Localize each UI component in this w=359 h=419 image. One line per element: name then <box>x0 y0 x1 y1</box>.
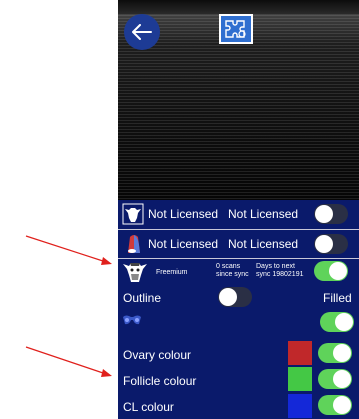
ovary-colour-label: Ovary colour <box>123 348 192 362</box>
days-to-sync-line2: sync 19802191 <box>256 271 304 278</box>
outline-filled-toggle[interactable] <box>218 287 252 307</box>
license-row-2: Not Licensed Not Licensed <box>118 230 359 258</box>
probe-toggle[interactable] <box>320 312 354 332</box>
toggle-knob <box>335 313 353 331</box>
toggle-knob <box>333 370 351 388</box>
ovary-colour-row: Ovary colour <box>118 340 359 366</box>
back-button[interactable] <box>124 14 160 50</box>
phone-screen: Not Licensed Not Licensed Not Licensed N… <box>118 0 359 419</box>
scan-top-band <box>118 0 359 14</box>
license-row-1: Not Licensed Not Licensed <box>118 200 359 229</box>
plan-label: Freemium <box>156 269 188 276</box>
ovary-colour-toggle[interactable] <box>318 343 352 363</box>
license-status-label-2: Not Licensed <box>228 237 299 251</box>
days-to-sync-line1: Days to next <box>256 263 295 270</box>
license-status-label: Not Licensed <box>148 207 219 221</box>
goggles-icon <box>122 313 142 325</box>
follicle-colour-swatch[interactable] <box>288 367 312 391</box>
toggle-knob <box>333 396 351 414</box>
scans-count-line2: since sync <box>216 271 249 278</box>
cow-head-icon <box>122 260 148 284</box>
ovary-colour-swatch[interactable] <box>288 341 312 365</box>
sync-toggle[interactable] <box>314 261 348 281</box>
toggle-knob <box>329 262 347 280</box>
license-toggle-2[interactable] <box>314 234 348 254</box>
cow-head-frame-icon <box>122 203 144 225</box>
cl-colour-swatch[interactable] <box>288 394 312 418</box>
license-status-label: Not Licensed <box>148 237 219 251</box>
settings-panel: Not Licensed Not Licensed Not Licensed N… <box>118 200 359 419</box>
follicle-colour-row: Follicle colour <box>118 366 359 392</box>
toggle-knob <box>219 288 237 306</box>
cl-colour-toggle[interactable] <box>318 395 352 415</box>
colored-probe-icon <box>124 233 144 255</box>
ultrasound-image <box>118 0 359 200</box>
license-status-label-2: Not Licensed <box>228 207 299 221</box>
probe-row <box>118 308 359 332</box>
arrow-left-icon <box>132 24 152 40</box>
annotation-arrow-2 <box>25 346 112 377</box>
puzzle-button[interactable] <box>219 14 253 44</box>
screenshot-stage: Not Licensed Not Licensed Not Licensed N… <box>0 0 359 419</box>
cl-colour-label: CL colour <box>123 400 174 414</box>
annotation-arrow-1 <box>25 235 112 265</box>
puzzle-icon <box>225 20 246 38</box>
scans-count-line1: 0 scans <box>216 263 241 270</box>
license-toggle-1[interactable] <box>314 204 348 224</box>
follicle-colour-label: Follicle colour <box>123 374 197 388</box>
filled-label: Filled <box>323 291 352 305</box>
outline-label: Outline <box>123 291 162 305</box>
toggle-knob <box>333 344 351 362</box>
cl-colour-row: CL colour <box>118 392 359 418</box>
follicle-colour-toggle[interactable] <box>318 369 352 389</box>
outline-row: Outline Filled <box>118 286 359 308</box>
toggle-knob <box>315 235 333 253</box>
sync-row: Freemium 0 scans since sync Days to next… <box>118 259 359 286</box>
toggle-knob <box>315 205 333 223</box>
